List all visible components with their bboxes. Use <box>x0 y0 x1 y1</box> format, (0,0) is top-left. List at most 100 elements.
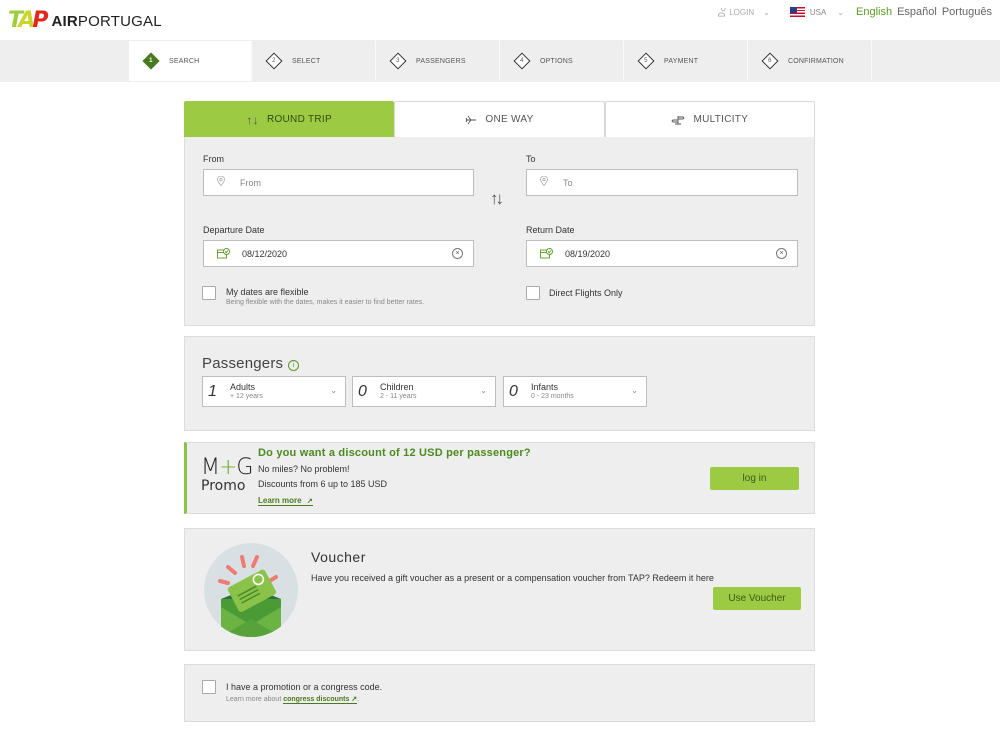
infants-count: 0 <box>509 382 518 400</box>
chevron-down-icon: ⌄ <box>837 7 844 17</box>
step-label: CONFIRMATION <box>788 57 844 65</box>
header: TAP AIRPORTUGAL LOGIN ⌄ USA ⌄ English Es… <box>0 0 1000 40</box>
step-select[interactable]: 2 SELECT <box>252 41 376 81</box>
direct-flights-checkbox[interactable] <box>526 286 540 300</box>
step-label: SELECT <box>292 57 321 65</box>
signpost-icon <box>671 115 686 124</box>
tab-label: MULTICITY <box>693 114 749 125</box>
from-placeholder: From <box>240 177 261 188</box>
miles-go-promo-panel: M+G Promo Do you want a discount of 12 U… <box>184 442 815 514</box>
learn-more-text: Learn more <box>258 496 302 505</box>
departure-date-input[interactable]: 08/12/2020 × <box>203 240 474 267</box>
external-link-icon: ↗ <box>306 498 313 505</box>
promo-code-hint-text: Learn more about <box>226 696 284 703</box>
from-input[interactable]: From <box>203 169 474 196</box>
passengers-panel: Passengers i 1 Adults + 12 years ⌄ 0 Chi… <box>184 336 815 431</box>
step-label: OPTIONS <box>540 57 573 65</box>
user-icon <box>718 7 726 17</box>
promo-code-hint: Learn more about congress discounts ↗. <box>226 696 360 704</box>
return-date-input[interactable]: 08/19/2020 × <box>526 240 798 267</box>
plane-icon <box>465 115 477 124</box>
trip-type-tabs: ↑↓ ROUND TRIP ONE WAY MULTICITY <box>184 101 815 137</box>
voucher-description: Have you received a gift voucher as a pr… <box>311 573 714 583</box>
voucher-envelope-illustration <box>204 543 298 637</box>
learn-more-link[interactable]: Learn more ↗ <box>258 496 313 506</box>
round-trip-arrows-icon: ↑↓ <box>246 112 259 127</box>
children-label: Children <box>380 381 414 392</box>
adults-select[interactable]: 1 Adults + 12 years ⌄ <box>202 376 346 407</box>
from-label: From <box>203 154 224 164</box>
step-number-icon: 3 <box>389 52 407 70</box>
language-switcher: English Español Português <box>856 6 992 18</box>
logo-text: AIRPORTUGAL <box>51 12 162 30</box>
children-count: 0 <box>358 382 367 400</box>
promo-line-2: Discounts from 6 up to 185 USD <box>258 479 388 489</box>
children-select[interactable]: 0 Children 2 - 11 years ⌄ <box>352 376 496 407</box>
lang-portugues[interactable]: Português <box>942 6 992 18</box>
congress-discounts-link[interactable]: congress discounts ↗ <box>283 696 358 704</box>
clear-date-icon[interactable]: × <box>776 248 787 259</box>
promo-title: Do you want a discount of 12 USD per pas… <box>258 447 531 459</box>
us-flag-icon <box>789 7 805 17</box>
promo-code-label: I have a promotion or a congress code. <box>226 682 383 692</box>
infants-select[interactable]: 0 Infants 0 - 23 months ⌄ <box>503 376 647 407</box>
location-pin-icon <box>206 175 236 189</box>
chevron-down-icon: ⌄ <box>330 386 337 395</box>
flexible-dates-hint: Being flexible with the dates, makes it … <box>226 299 425 306</box>
tap-logo-mark: TAP <box>8 8 48 33</box>
tab-multicity[interactable]: MULTICITY <box>604 101 815 137</box>
departure-date-value: 08/12/2020 <box>242 248 288 259</box>
step-label: PAYMENT <box>664 57 699 65</box>
miles-go-logo: M+G Promo <box>201 455 253 494</box>
login-label: LOGIN <box>729 7 755 17</box>
step-options[interactable]: 4 OPTIONS <box>500 41 624 81</box>
chevron-down-icon: ⌄ <box>763 7 770 17</box>
adults-age-range: + 12 years <box>230 392 263 400</box>
step-payment[interactable]: 5 PAYMENT <box>624 41 748 81</box>
direct-flights-label: Direct Flights Only <box>549 288 623 298</box>
step-number-icon: 1 <box>142 52 160 70</box>
lang-english[interactable]: English <box>856 6 892 18</box>
tap-logo[interactable]: TAP AIRPORTUGAL <box>8 10 162 32</box>
flexible-dates-checkbox[interactable] <box>202 286 216 300</box>
passengers-title-text: Passengers <box>202 355 284 372</box>
promo-code-panel: I have a promotion or a congress code. L… <box>184 664 815 722</box>
step-number-icon: 2 <box>265 52 283 70</box>
flexible-dates-label: My dates are flexible <box>226 287 309 297</box>
chevron-down-icon: ⌄ <box>631 386 638 395</box>
clear-date-icon[interactable]: × <box>452 248 463 259</box>
infants-label: Infants <box>531 381 559 392</box>
tab-label: ROUND TRIP <box>266 114 332 125</box>
departure-date-label: Departure Date <box>203 225 265 235</box>
promo-code-checkbox[interactable] <box>202 680 216 694</box>
info-icon[interactable]: i <box>288 359 300 371</box>
swap-airports-button[interactable]: ↑↓ <box>490 189 504 209</box>
passengers-title: Passengers i <box>202 355 300 372</box>
step-search[interactable]: 1 SEARCH <box>129 41 252 81</box>
to-placeholder: To <box>563 177 573 188</box>
calendar-icon <box>531 248 561 259</box>
login-button[interactable]: log in <box>710 467 799 490</box>
login-dropdown[interactable]: LOGIN ⌄ <box>717 7 770 17</box>
chevron-down-icon: ⌄ <box>480 386 487 395</box>
step-confirmation[interactable]: 6 CONFIRMATION <box>748 41 872 81</box>
tab-round-trip[interactable]: ↑↓ ROUND TRIP <box>184 101 395 137</box>
step-label: PASSENGERS <box>416 57 466 65</box>
tab-label: ONE WAY <box>485 114 534 125</box>
top-right-nav: LOGIN ⌄ USA ⌄ English Español Português <box>717 6 992 18</box>
step-number-icon: 4 <box>513 52 531 70</box>
return-date-value: 08/19/2020 <box>565 248 611 259</box>
step-passengers[interactable]: 3 PASSENGERS <box>376 41 500 81</box>
location-pin-icon <box>529 175 559 189</box>
to-input[interactable]: To <box>526 169 798 196</box>
voucher-title: Voucher <box>311 549 366 565</box>
country-dropdown[interactable]: USA ⌄ <box>789 7 844 17</box>
to-label: To <box>526 154 536 164</box>
use-voucher-button[interactable]: Use Voucher <box>713 587 801 610</box>
infants-age-range: 0 - 23 months <box>531 392 574 400</box>
country-label: USA <box>809 7 827 17</box>
lang-espanol[interactable]: Español <box>897 6 937 18</box>
tab-one-way[interactable]: ONE WAY <box>394 101 605 137</box>
calendar-icon <box>208 248 238 259</box>
flight-search-form: From From ↑↓ To To Departure Date 08/12/… <box>184 137 815 326</box>
